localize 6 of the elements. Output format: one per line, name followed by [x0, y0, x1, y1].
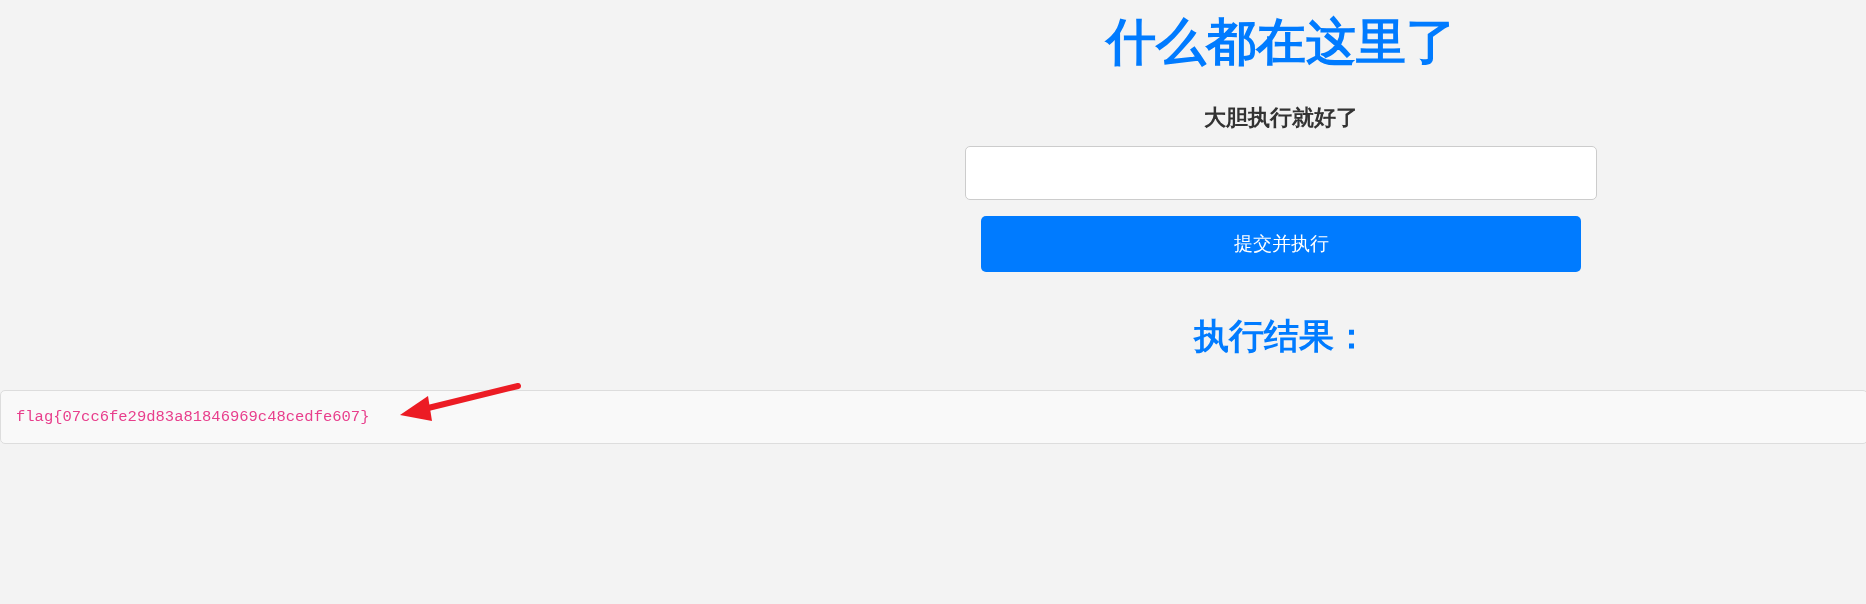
page-title: 什么都在这里了	[1106, 12, 1456, 72]
submit-button[interactable]: 提交并执行	[981, 216, 1581, 272]
result-heading: 执行结果：	[1193, 315, 1369, 358]
command-input-field[interactable]	[965, 146, 1597, 200]
result-output: flag{07cc6fe29d83a81846969c48cedfe607}	[0, 390, 1866, 444]
prompt-label: 大胆执行就好了	[1204, 104, 1358, 132]
